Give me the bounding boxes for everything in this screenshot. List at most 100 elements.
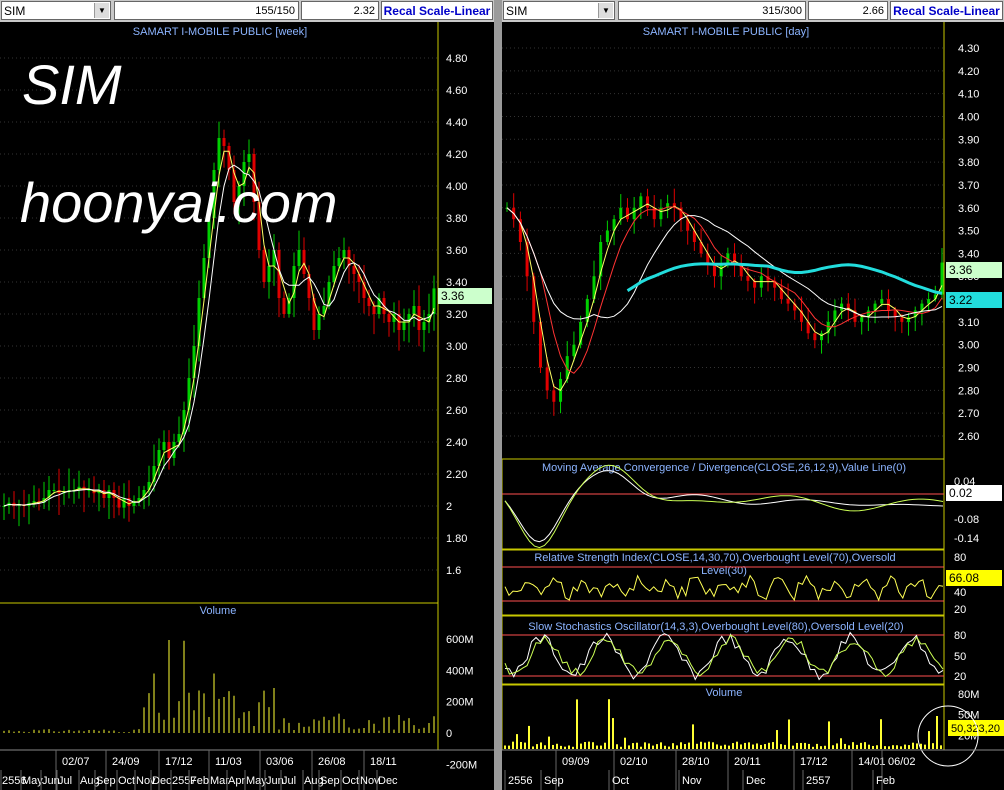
volume-tick-label: -200M: [446, 759, 477, 771]
date-label: 02/10: [620, 756, 648, 768]
price-tick-label: 3.40: [446, 277, 467, 289]
month-label: 2556: [508, 775, 532, 787]
candle-body: [247, 154, 251, 162]
watermark-symbol: SIM: [22, 53, 122, 116]
candle-body: [162, 442, 166, 450]
left-recal-scale-button[interactable]: Recal Scale-Linear: [381, 1, 493, 20]
pane-divider[interactable]: [494, 0, 502, 790]
candle-body: [32, 501, 36, 503]
price-tick-label: 3.40: [958, 248, 979, 260]
month-label: Dec: [152, 775, 172, 787]
price-tick-label: 4.10: [958, 89, 979, 101]
price-tick-label: 3.70: [958, 180, 979, 192]
price-tick-label: 2.40: [446, 437, 467, 449]
candle-body: [840, 303, 844, 311]
candle-body: [860, 317, 864, 322]
chevron-down-icon[interactable]: ▼: [94, 3, 109, 18]
left-last-price-label: 3.36: [441, 289, 465, 303]
candle-body: [367, 298, 371, 306]
month-label: Feb: [190, 775, 209, 787]
left-count-field: 155/150: [114, 1, 299, 20]
price-tick-label: 3.60: [958, 203, 979, 215]
price-tick-label: 4.20: [958, 66, 979, 78]
date-label: 20/11: [734, 756, 761, 768]
chevron-down-icon[interactable]: ▼: [598, 3, 613, 18]
price-tick-label: 4.80: [446, 53, 467, 65]
date-label: 06/02: [888, 756, 916, 768]
month-label: Sep: [544, 775, 564, 787]
month-label: Sep: [320, 775, 340, 787]
left-price-field: 2.32: [301, 1, 379, 20]
ma-long-line: [626, 262, 943, 295]
macd-tick-label: -0.08: [954, 514, 979, 526]
candle-body: [262, 250, 266, 282]
price-tick-label: 4.30: [958, 43, 979, 55]
volume-tick-label: 600M: [446, 634, 474, 646]
month-label: Apr: [228, 775, 245, 787]
date-label: 26/08: [318, 756, 346, 768]
daily-price-chart: SAMART I-MOBILE PUBLIC [day] 4.30 4.20 4.1…: [502, 22, 1004, 790]
candle-body: [87, 490, 91, 491]
price-tick-label: 3.60: [446, 245, 467, 257]
price-tick-label: 2.70: [958, 408, 979, 420]
price-tick-label: 2.80: [958, 385, 979, 397]
month-label: Mar: [210, 775, 229, 787]
right-recal-scale-button[interactable]: Recal Scale-Linear: [890, 1, 1003, 20]
macd-tick-label: -0.14: [954, 533, 979, 545]
right-price-field: 2.66: [808, 1, 888, 20]
candle-body: [417, 306, 421, 330]
rsi-value: 66.08: [949, 571, 979, 585]
date-label: 02/07: [62, 756, 90, 768]
left-symbol-select[interactable]: SIM ▼: [1, 1, 111, 20]
stoch-tick-label: 80: [954, 630, 966, 642]
month-label: Oct: [118, 775, 135, 787]
date-label: 17/12: [800, 756, 828, 768]
price-tick-label: 1.6: [446, 565, 461, 577]
candle-body: [786, 299, 790, 304]
candle-body: [719, 264, 723, 277]
left-symbol-value: SIM: [4, 4, 26, 18]
month-label: Jul: [282, 775, 296, 787]
price-tick-label: 3.00: [446, 341, 467, 353]
right-last-price-label: 3.36: [949, 263, 973, 277]
candle-body: [107, 490, 111, 498]
month-label: 2557: [806, 775, 830, 787]
candle-body: [646, 196, 650, 208]
candle-body: [619, 207, 623, 220]
candle-body: [712, 264, 716, 277]
date-label: 24/09: [112, 756, 140, 768]
date-label: 11/03: [215, 756, 242, 768]
rsi-title-line1: Relative Strength Index(CLOSE,14,30,70),…: [534, 552, 895, 564]
candle-body: [402, 322, 406, 330]
volume-tick-label: 50M: [958, 710, 979, 722]
candle-body: [387, 314, 391, 322]
watermark-site: hoonyai.com: [20, 171, 338, 234]
candle-body: [227, 146, 231, 170]
right-symbol-select[interactable]: SIM ▼: [503, 1, 615, 20]
candle-body: [605, 230, 609, 242]
month-label: Jul: [58, 775, 72, 787]
candle-body: [332, 266, 336, 282]
price-tick-label: 4.00: [958, 111, 979, 123]
stoch-tick-label: 20: [954, 671, 966, 683]
month-label: Sep: [96, 775, 116, 787]
price-tick-label: 2.20: [446, 469, 467, 481]
date-label: 18/11: [370, 756, 397, 768]
candle-body: [813, 333, 817, 341]
candle-body: [267, 266, 271, 282]
price-tick-label: 2.60: [958, 431, 979, 443]
volume-tick-label: 0: [446, 728, 452, 740]
date-label: 28/10: [682, 756, 710, 768]
candle-body: [352, 266, 356, 274]
candle-body: [372, 306, 376, 314]
candle-body: [297, 250, 301, 266]
candle-body: [412, 306, 416, 314]
price-tick-label: 3.10: [958, 317, 979, 329]
month-label: Feb: [876, 775, 895, 787]
month-label: Dec: [378, 775, 398, 787]
price-tick-label: 2.60: [446, 405, 467, 417]
month-label: Nov: [682, 775, 702, 787]
candle-body: [900, 317, 904, 322]
candle-body: [880, 299, 884, 304]
date-label: 17/12: [165, 756, 193, 768]
